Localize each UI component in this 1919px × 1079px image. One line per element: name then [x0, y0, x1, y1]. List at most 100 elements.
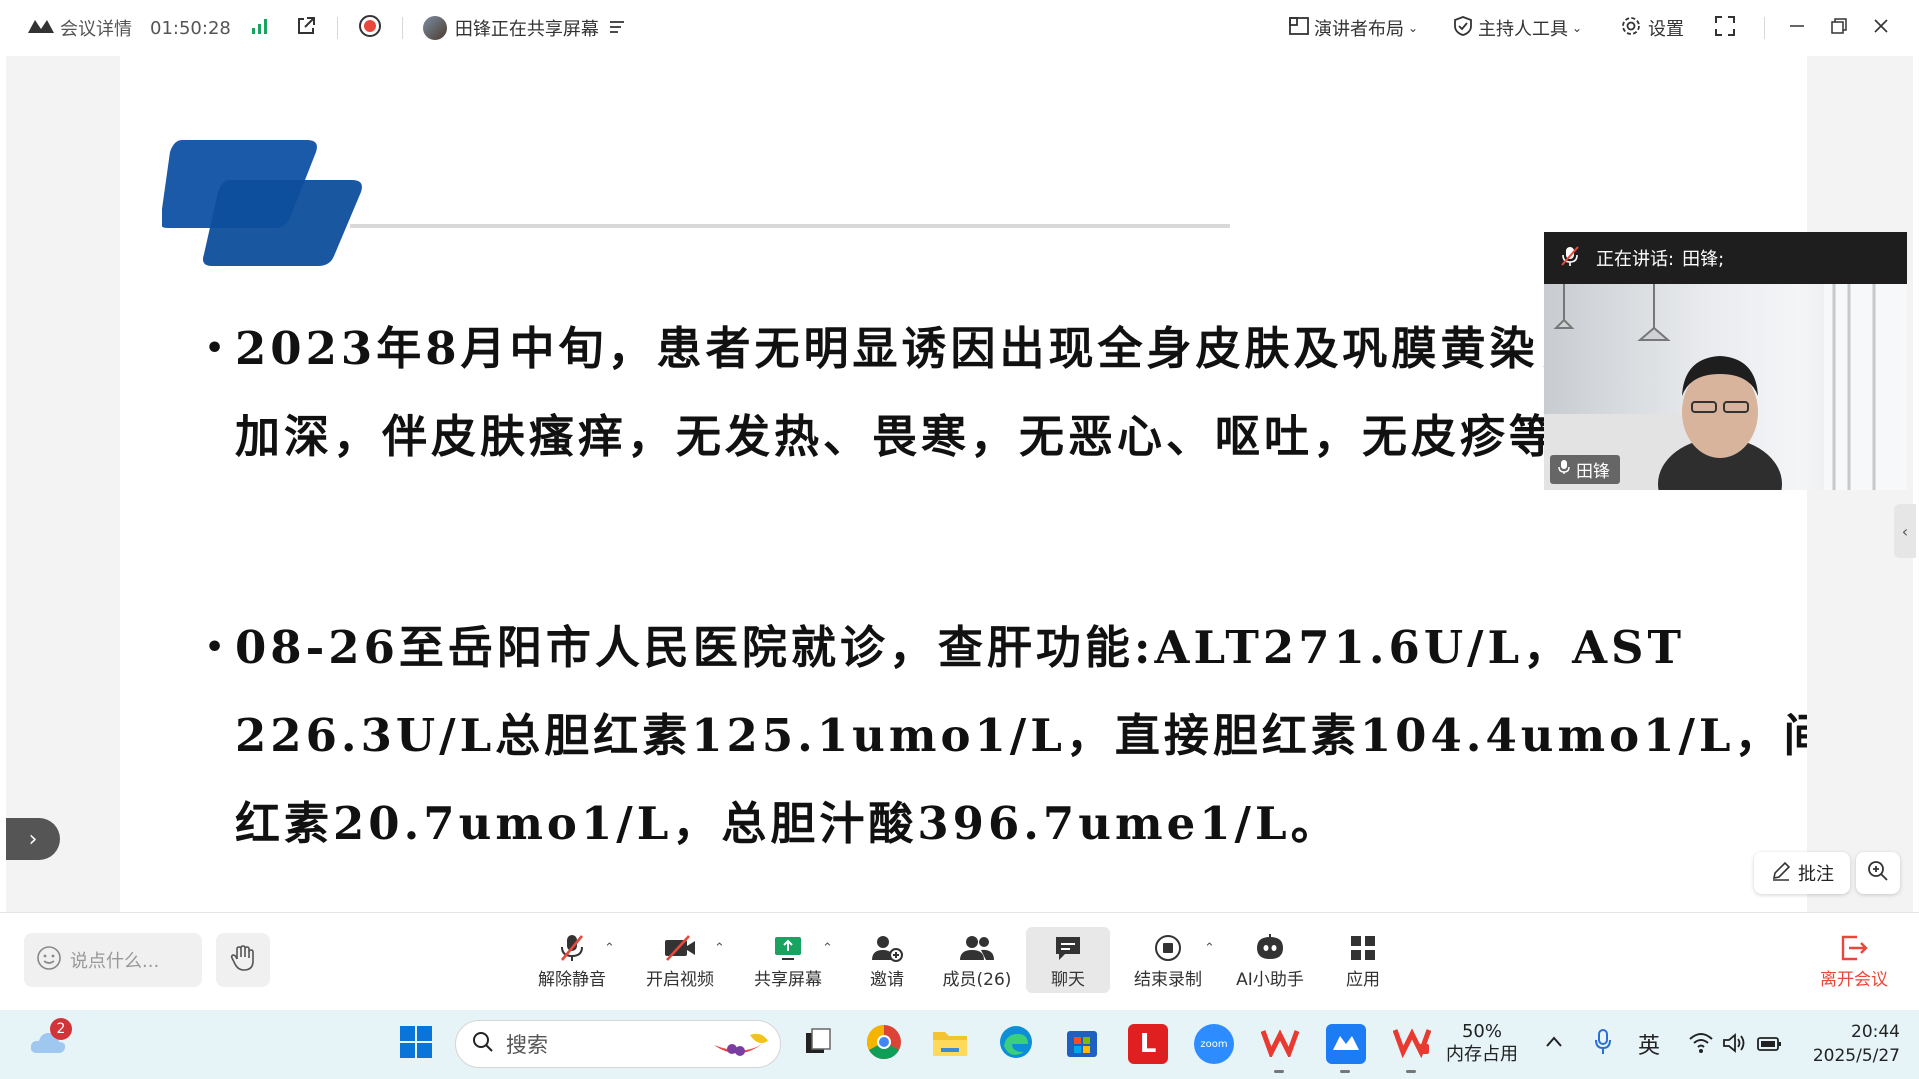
- minimize-icon[interactable]: [1788, 17, 1806, 40]
- input-language-indicator[interactable]: 英: [1638, 1028, 1660, 1060]
- unmute-button[interactable]: 解除静音: [534, 927, 610, 993]
- microsoft-store-app[interactable]: [1062, 1024, 1102, 1064]
- apps-button[interactable]: 应用: [1342, 927, 1384, 993]
- speaker-name-tag: 田锋: [1550, 455, 1620, 484]
- meeting-details-button[interactable]: 会议详情: [26, 15, 132, 41]
- folder-icon: [931, 1026, 969, 1062]
- chevron-down-icon: ⌄: [1572, 21, 1583, 35]
- layout-icon: [1288, 16, 1310, 41]
- ai-assistant-button[interactable]: AI小助手: [1234, 927, 1306, 993]
- audio-options-caret-icon[interactable]: ⌃: [604, 941, 615, 956]
- members-button[interactable]: 成员(26): [942, 927, 1012, 993]
- stop-record-icon: [1154, 931, 1182, 965]
- signal-strength-icon[interactable]: [251, 17, 271, 40]
- speaker-name: 田锋;: [1682, 249, 1725, 270]
- host-tools-button[interactable]: 主持人工具 ⌄: [1452, 15, 1582, 42]
- share-options-caret-icon[interactable]: ⌃: [822, 941, 833, 956]
- chevron-down-icon: ⌄: [1408, 21, 1419, 35]
- divider: [336, 17, 338, 39]
- app-logo-icon: [26, 17, 56, 40]
- close-icon[interactable]: [1872, 17, 1890, 40]
- invite-label: 邀请: [870, 969, 904, 990]
- tencent-meeting-app[interactable]: [1326, 1024, 1366, 1064]
- speaking-label: 正在讲话:: [1596, 249, 1675, 270]
- start-video-button[interactable]: 开启视频: [642, 927, 718, 993]
- recording-options-caret-icon[interactable]: ⌃: [1204, 941, 1215, 956]
- pencil-icon: [1770, 860, 1792, 887]
- host-tools-label: 主持人工具: [1478, 19, 1568, 40]
- memory-label: 内存占用: [1446, 1044, 1518, 1065]
- zoom-in-icon: [1867, 860, 1889, 886]
- chat-button[interactable]: 聊天: [1026, 927, 1110, 993]
- clock-time: 20:44: [1851, 1022, 1900, 1042]
- invite-button[interactable]: 邀请: [862, 927, 912, 993]
- restore-window-icon[interactable]: [1830, 17, 1848, 40]
- file-explorer-app[interactable]: [930, 1024, 970, 1064]
- zoom-in-button[interactable]: [1856, 852, 1900, 894]
- wps-app[interactable]: [1260, 1024, 1300, 1064]
- members-icon: [959, 931, 995, 965]
- screen-share-status[interactable]: 田锋正在共享屏幕: [422, 15, 625, 41]
- slide-decor-shape: [162, 140, 362, 266]
- raise-hand-button[interactable]: [216, 933, 270, 987]
- chevron-up-icon[interactable]: [1544, 1032, 1564, 1056]
- meeting-details-label: 会议详情: [60, 19, 132, 40]
- speaker-video-panel[interactable]: 正在讲话: 田锋; 田锋: [1544, 232, 1907, 490]
- zoom-app[interactable]: zoom: [1194, 1024, 1234, 1064]
- end-recording-button[interactable]: 结束录制: [1132, 927, 1204, 993]
- meeting-timer: 01:50:28: [150, 17, 231, 39]
- sharer-avatar: [422, 16, 447, 40]
- chrome-app[interactable]: [864, 1024, 904, 1064]
- chat-label: 聊天: [1051, 969, 1085, 990]
- presenter-layout-button[interactable]: 演讲者布局 ⌄: [1288, 15, 1418, 41]
- l-app[interactable]: L: [1128, 1024, 1168, 1064]
- emoji-icon: [36, 945, 62, 976]
- camera-off-icon: [663, 931, 697, 965]
- gear-icon: [1620, 15, 1642, 42]
- shared-screen-area: • 2023年8月中旬，患者无明显诱因出现全身皮肤及巩膜黄染， 加深，伴皮肤瘙痒…: [6, 56, 1913, 912]
- exit-door-icon: [1839, 931, 1869, 965]
- battery-icon[interactable]: [1756, 1032, 1784, 1058]
- mic-icon: [1558, 459, 1570, 480]
- annotate-button[interactable]: 批注: [1754, 852, 1850, 894]
- speaker-name-tag-label: 田锋: [1576, 462, 1610, 482]
- share-screen-icon: [773, 931, 803, 965]
- leave-meeting-button[interactable]: 离开会议: [1820, 927, 1888, 993]
- popout-icon[interactable]: [295, 15, 317, 42]
- share-screen-button[interactable]: 共享屏幕: [750, 927, 826, 993]
- system-clock[interactable]: 20:44 2025/5/27: [1800, 1020, 1900, 1068]
- edge-app[interactable]: [996, 1024, 1036, 1064]
- fullscreen-icon[interactable]: [1714, 15, 1736, 42]
- taskbar-search[interactable]: 搜索: [455, 1020, 781, 1068]
- weather-widget[interactable]: 2: [28, 1018, 72, 1064]
- start-video-label: 开启视频: [646, 969, 714, 990]
- task-view-icon: [802, 1027, 834, 1061]
- quick-chat-input[interactable]: 说点什么...: [24, 933, 202, 987]
- edge-browser-icon: [998, 1024, 1034, 1064]
- video-options-caret-icon[interactable]: ⌃: [714, 941, 725, 956]
- menu-lines-icon: [609, 18, 625, 39]
- annotate-label: 批注: [1798, 864, 1834, 885]
- recording-icon[interactable]: [358, 14, 382, 43]
- right-panel-toggle[interactable]: ‹: [1894, 504, 1916, 558]
- wifi-icon[interactable]: [1688, 1030, 1714, 1058]
- windows-logo-icon: [399, 1025, 433, 1063]
- wps-office-app[interactable]: [1392, 1024, 1432, 1064]
- running-indicator: [1274, 1070, 1284, 1073]
- settings-button[interactable]: 设置: [1620, 15, 1684, 42]
- slide-bullet-2: • 08-26至岳阳市人民医院就诊，查肝功能:ALT271.6U/L，AST 2…: [205, 604, 1807, 868]
- ai-assistant-label: AI小助手: [1236, 969, 1304, 990]
- apps-label: 应用: [1346, 969, 1380, 990]
- memory-usage-widget[interactable]: 50% 内存占用: [1440, 1020, 1524, 1066]
- start-button[interactable]: [396, 1024, 436, 1064]
- store-icon: [1065, 1025, 1099, 1063]
- chat-icon: [1053, 931, 1083, 965]
- quick-chat-placeholder: 说点什么...: [70, 951, 160, 972]
- volume-icon[interactable]: [1722, 1032, 1746, 1058]
- bullet-2-line-1: 08-26至岳阳市人民医院就诊，查肝功能:ALT271.6U/L，AST: [235, 621, 1686, 674]
- task-view-app[interactable]: [798, 1024, 838, 1064]
- slide-title-rule: [350, 224, 1230, 228]
- left-panel-toggle[interactable]: ›: [6, 818, 60, 860]
- microphone-icon[interactable]: [1594, 1028, 1612, 1060]
- weather-badge: 2: [50, 1018, 72, 1040]
